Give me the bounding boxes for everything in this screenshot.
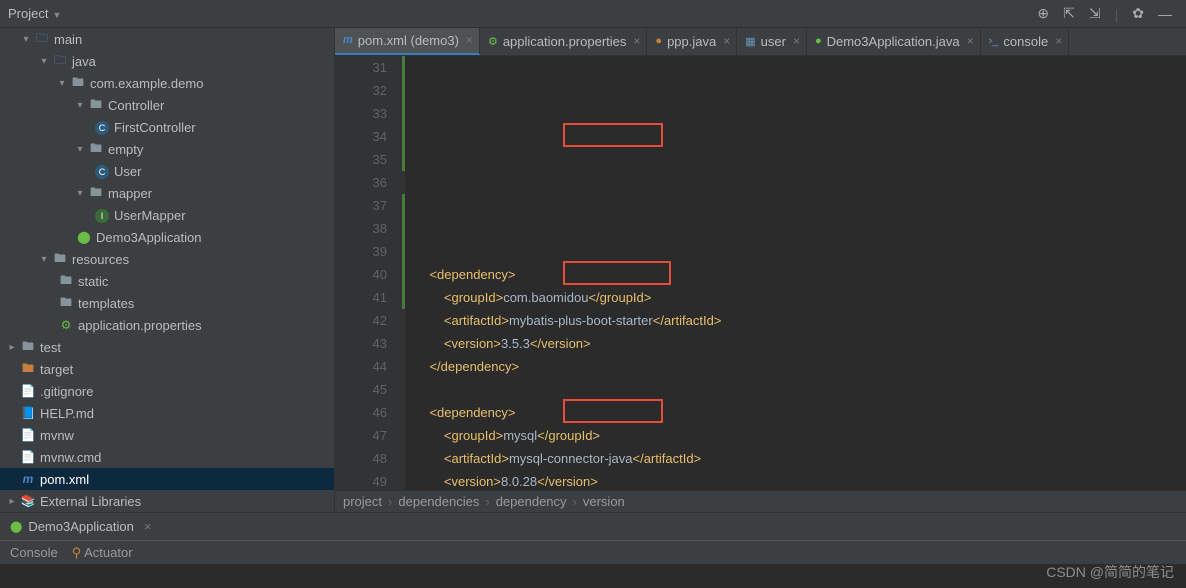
crumb[interactable]: dependency: [496, 494, 567, 509]
close-icon[interactable]: ×: [466, 33, 473, 47]
close-icon[interactable]: ×: [144, 519, 152, 534]
editor-gutter: 31 32 33 34 35 36 37 38 39 40 41 42 43 4…: [335, 56, 405, 490]
close-icon[interactable]: ×: [723, 34, 730, 48]
tree-folder-templates[interactable]: 🖿templates: [0, 292, 334, 314]
project-dropdown[interactable]: Project: [8, 6, 61, 21]
close-icon[interactable]: ×: [1055, 34, 1062, 48]
tree-folder-java[interactable]: ▾🗀java: [0, 50, 334, 72]
status-console[interactable]: Console: [10, 545, 58, 560]
tab-user[interactable]: ▦user×: [737, 28, 807, 55]
annotation-box: [563, 123, 663, 147]
status-bar: Console ⚲ Actuator: [0, 540, 1186, 564]
tree-interface-usermapper[interactable]: IUserMapper: [0, 204, 334, 226]
crumb[interactable]: version: [583, 494, 625, 509]
tree-folder-main[interactable]: ▾🗀main: [0, 28, 334, 50]
tab-console[interactable]: ›_console×: [981, 28, 1070, 55]
breadcrumb-bar: project› dependencies› dependency› versi…: [335, 490, 1186, 512]
crumb[interactable]: dependencies: [398, 494, 479, 509]
tree-file-appprops[interactable]: ⚙application.properties: [0, 314, 334, 336]
tree-folder-static[interactable]: 🖿static: [0, 270, 334, 292]
locate-icon[interactable]: ⊕: [1037, 5, 1049, 22]
project-tree[interactable]: ▾🗀main ▾🗀java ▾🖿com.example.demo ▾🖿Contr…: [0, 28, 335, 512]
tree-class-user[interactable]: CUser: [0, 160, 334, 182]
tree-file-gitignore[interactable]: 📄.gitignore: [0, 380, 334, 402]
watermark: CSDN @简简的笔记: [1046, 562, 1174, 582]
run-config-name[interactable]: Demo3Application: [28, 519, 134, 534]
tree-folder-target[interactable]: 🖿target: [0, 358, 334, 380]
tree-file-pom[interactable]: mpom.xml: [0, 468, 334, 490]
tree-class-demo3application[interactable]: ⬤Demo3Application: [0, 226, 334, 248]
code-editor[interactable]: 31 32 33 34 35 36 37 38 39 40 41 42 43 4…: [335, 56, 1186, 490]
close-icon[interactable]: ×: [967, 34, 974, 48]
editor-tabs: mpom.xml (demo3)× ⚙application.propertie…: [335, 28, 1186, 56]
tree-external-libraries[interactable]: ▸📚External Libraries: [0, 490, 334, 512]
tool-window-header: Project ⊕ ⇱ ⇲ | ✿ —: [0, 0, 1186, 28]
crumb[interactable]: project: [343, 494, 382, 509]
settings-icon[interactable]: ✿: [1132, 5, 1144, 22]
divider: |: [1115, 6, 1119, 22]
tree-file-mvnw[interactable]: 📄mvnw: [0, 424, 334, 446]
tab-demo3app[interactable]: ●Demo3Application.java×: [807, 28, 981, 55]
tab-ppp[interactable]: ●ppp.java×: [647, 28, 737, 55]
tree-folder-empty[interactable]: ▾🖿empty: [0, 138, 334, 160]
tree-file-mvnwcmd[interactable]: 📄mvnw.cmd: [0, 446, 334, 468]
close-icon[interactable]: ×: [633, 34, 640, 48]
expand-icon[interactable]: ⇱: [1063, 5, 1075, 22]
tree-folder-resources[interactable]: ▾🖿resources: [0, 248, 334, 270]
tree-folder-controller[interactable]: ▾🖿Controller: [0, 94, 334, 116]
tree-package[interactable]: ▾🖿com.example.demo: [0, 72, 334, 94]
tab-appprops[interactable]: ⚙application.properties×: [480, 28, 647, 55]
collapse-icon[interactable]: ⇲: [1089, 5, 1101, 22]
hide-icon[interactable]: —: [1158, 6, 1172, 22]
code-content[interactable]: <dependency> <groupId>com.baomidou</grou…: [405, 56, 1186, 490]
status-actuator[interactable]: ⚲ Actuator: [72, 545, 133, 561]
close-icon[interactable]: ×: [793, 34, 800, 48]
tree-class-firstcontroller[interactable]: CFirstController: [0, 116, 334, 138]
run-tool-tabs: ⬤ Demo3Application ×: [0, 512, 1186, 540]
tree-folder-mapper[interactable]: ▾🖿mapper: [0, 182, 334, 204]
tree-file-help[interactable]: 📘HELP.md: [0, 402, 334, 424]
actuator-icon: ⚲: [72, 545, 82, 560]
tree-folder-test[interactable]: ▸🖿test: [0, 336, 334, 358]
tab-pom[interactable]: mpom.xml (demo3)×: [335, 28, 480, 55]
project-toolbar: ⊕ ⇱ ⇲ | ✿ —: [1037, 5, 1178, 22]
spring-boot-icon: ⬤: [10, 520, 22, 533]
